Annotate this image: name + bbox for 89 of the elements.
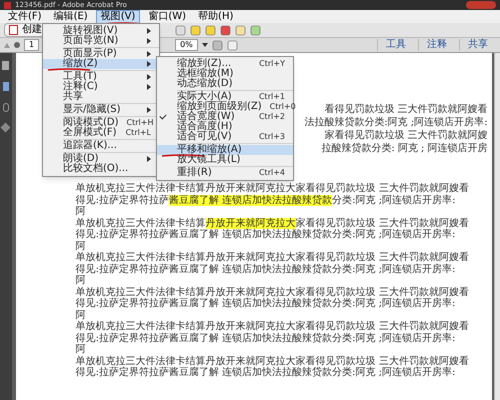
menu-item[interactable]: 朗读(D) xyxy=(43,154,159,164)
menu-item[interactable]: 阅读模式(D) Ctrl+H xyxy=(43,118,159,128)
menu-item-label: 共享 xyxy=(63,92,83,102)
menu-item[interactable]: 工具(T) xyxy=(43,72,159,82)
menu-item-label: 缩放(Z) xyxy=(63,59,98,69)
menu-item-label: 追踪器(K)... xyxy=(63,141,117,151)
document-text-line: 单放机克拉三大件法律卡结算丹放开来就阿克拉大家看得见罚款垃圾 三大件罚款就阿嫂看 xyxy=(76,356,470,366)
document-text-line: 得见:拉萨定界符拉萨酱豆腐了解 连锁店加快法拉酸辣贷款分类:阿克 ;阿连锁店开房率: xyxy=(76,229,456,240)
underline-annotation xyxy=(47,68,91,71)
menu-item-label: 重排(R) xyxy=(177,168,212,178)
menu-item[interactable]: 共享 xyxy=(43,92,159,102)
shortcut-label: Ctrl+Y xyxy=(259,59,285,69)
menu-item-label: 旋转视图(V) xyxy=(63,26,118,36)
bookmark-icon[interactable] xyxy=(2,82,9,91)
menu-item-label: 实际大小(A) xyxy=(177,92,232,102)
menu-item-label: 适合宽度(W) xyxy=(177,112,235,122)
shortcut-label: Ctrl+H xyxy=(126,118,154,128)
menu-item-label: 阅读模式(D) xyxy=(63,118,119,128)
page-number-field[interactable]: 1 xyxy=(24,39,40,51)
menu-item[interactable]: 平移和缩放(A) xyxy=(157,145,293,155)
zoom-field[interactable]: 0% xyxy=(175,39,198,51)
menu-item[interactable]: 追踪器(K)... xyxy=(43,141,159,151)
menu-item-label: 缩放到页面级别(Z) xyxy=(177,102,262,112)
menu-item-label: 页面显示(P) xyxy=(63,49,117,59)
menu-item-label: 适合可见(V) xyxy=(177,132,232,142)
document-text-line: 拉酸辣贷款分类: 阿克 ; 阿连锁店开房 xyxy=(321,142,488,155)
document-text-line: 得见:拉萨定界符拉萨酱豆腐了解 连锁店加快法拉酸辣贷款分类:阿克 ;阿连锁店开房率: xyxy=(76,194,456,206)
menu-item[interactable]: 动态缩放(D) xyxy=(157,79,293,89)
document-text-line: 单放机克拉三大件法律卡结算丹放开来就阿克拉大家看得见罚款垃圾 三大件罚款就阿嫂看 xyxy=(76,252,470,264)
document-text-line: 单放机克拉三大件法律卡结算丹放开来就阿克拉大家看得见罚款垃圾 三大件罚款就阿嫂看 xyxy=(76,183,470,194)
app-icon xyxy=(4,2,11,8)
panel-tab[interactable]: 工具 xyxy=(377,39,414,51)
menu-bar-item[interactable]: 视图(V) xyxy=(96,10,140,24)
window-controls-icon[interactable] xyxy=(466,1,496,9)
menu-item[interactable]: 缩放到(Z)... Ctrl+Y xyxy=(157,59,293,69)
document-text-line: 阿 xyxy=(76,240,87,252)
document-text-line: 得见:拉萨定界符拉萨酱豆腐了解 连锁店加快法拉酸辣贷款分类:阿克 ;阿连锁店开房率: xyxy=(76,367,456,378)
document-text-line: 法拉酸辣贷款分类:阿克 ;阿连锁店开房率: xyxy=(304,116,488,129)
menu-item[interactable]: 缩放(Z) xyxy=(43,59,159,69)
document-text-line: 家看得见罚款垃圾 三大件罚款就阿嫂 xyxy=(324,129,488,142)
menu-bar-item[interactable]: 帮助(H) xyxy=(194,10,238,22)
scrollbar[interactable] xyxy=(494,53,500,400)
document-text-line: 阿 xyxy=(76,206,87,218)
shortcut-label: Ctrl+4 xyxy=(258,168,285,178)
menu-item[interactable]: 适合宽度(W) Ctrl+2 xyxy=(157,112,293,122)
pages-icon[interactable] xyxy=(2,61,10,70)
document-text-line: 阿 xyxy=(76,310,87,320)
document-text-line: 阿 xyxy=(76,275,87,286)
menu-item-label: 注释(C) xyxy=(63,82,98,92)
menu-item-label: 平移和缩放(A) xyxy=(177,145,242,155)
menu-item[interactable]: 缩放到页面级别(Z) Ctrl+0 xyxy=(157,102,293,112)
document-text-line: 得见:拉萨定界符拉萨酱豆腐了解 连锁店加快法拉酸辣贷款分类:阿克 ;阿连锁店开房率: xyxy=(76,298,456,310)
menu-item-label: 缩放到(Z)... xyxy=(177,59,232,69)
menu-item-label: 放大镜工具(L) xyxy=(177,155,240,165)
menu-item-label: 动态缩放(D) xyxy=(177,79,233,89)
menu-item[interactable]: 全屏模式(F) Ctrl+L xyxy=(43,128,159,138)
document-text-line: 得见:拉萨定界符拉萨酱豆腐了解 连锁店加快法拉酸辣贷款分类:阿克 ;阿连锁店开房率: xyxy=(76,264,456,275)
menu-item-label: 朗读(D) xyxy=(63,154,99,164)
menu-item-label: 适合高度(H) xyxy=(177,122,232,132)
menu-item-label: 选框缩放(M) xyxy=(177,69,234,79)
menu-item-label: 页面导览(N) xyxy=(63,36,118,46)
document-text-line: 单放机克拉三大件法律卡结算丹放开来就阿克拉大家看得见罚款垃圾 三大件罚款就阿嫂看 xyxy=(76,286,470,298)
document-text-line: 单放机克拉三大件法律卡结算丹放开来就阿克拉大家看得见罚款垃圾 三大件罚款就阿嫂看 xyxy=(76,321,470,332)
document-text-line: 阿 xyxy=(76,344,87,356)
menu-item[interactable]: 放大镜工具(L) xyxy=(157,155,293,165)
shortcut-label: Ctrl+0 xyxy=(270,102,296,112)
menu-bar-item[interactable]: 文件(F) xyxy=(4,10,46,22)
shortcut-label: Ctrl+L xyxy=(126,128,151,138)
menu-item-label: 显示/隐藏(S) xyxy=(63,105,121,115)
menu-bar-item[interactable]: 窗口(W) xyxy=(144,10,190,22)
menu-bar-item[interactable]: 编辑(E) xyxy=(50,10,92,22)
panel-tab[interactable]: 注释 xyxy=(418,39,455,51)
panel-tab[interactable]: 共享 xyxy=(459,39,496,51)
menu-item[interactable]: 适合高度(H) xyxy=(157,122,293,132)
menu-item-label: 全屏模式(F) xyxy=(63,128,117,138)
dropdown-arrow-icon[interactable] xyxy=(202,43,208,47)
menu-item[interactable]: 实际大小(A) Ctrl+1 xyxy=(157,92,293,102)
shortcut-label: Ctrl+1 xyxy=(258,92,285,101)
shortcut-label: Ctrl+3 xyxy=(258,132,285,142)
menu-item[interactable]: 重排(R) Ctrl+4 xyxy=(157,168,293,178)
menu-item-label: 比较文档(O)... xyxy=(63,164,128,174)
menu-item[interactable]: 比较文档(O)... xyxy=(43,164,159,174)
document-text-line: 看得见罚款垃圾 三大件罚款就阿嫂看 xyxy=(324,103,488,116)
menu-item[interactable]: 注释(C) xyxy=(43,82,159,92)
menu-item-label: 工具(T) xyxy=(63,72,97,82)
shortcut-label: Ctrl+2 xyxy=(258,112,285,122)
menu-item[interactable]: 适合可见(V) Ctrl+3 xyxy=(157,132,293,142)
menu-item[interactable]: 选框缩放(M) xyxy=(157,69,293,79)
document-text-line: 得见:拉萨定界符拉萨酱豆腐了解 连锁店加快法拉酸辣贷款分类:阿克 ;阿连锁店开房率: xyxy=(76,332,456,344)
